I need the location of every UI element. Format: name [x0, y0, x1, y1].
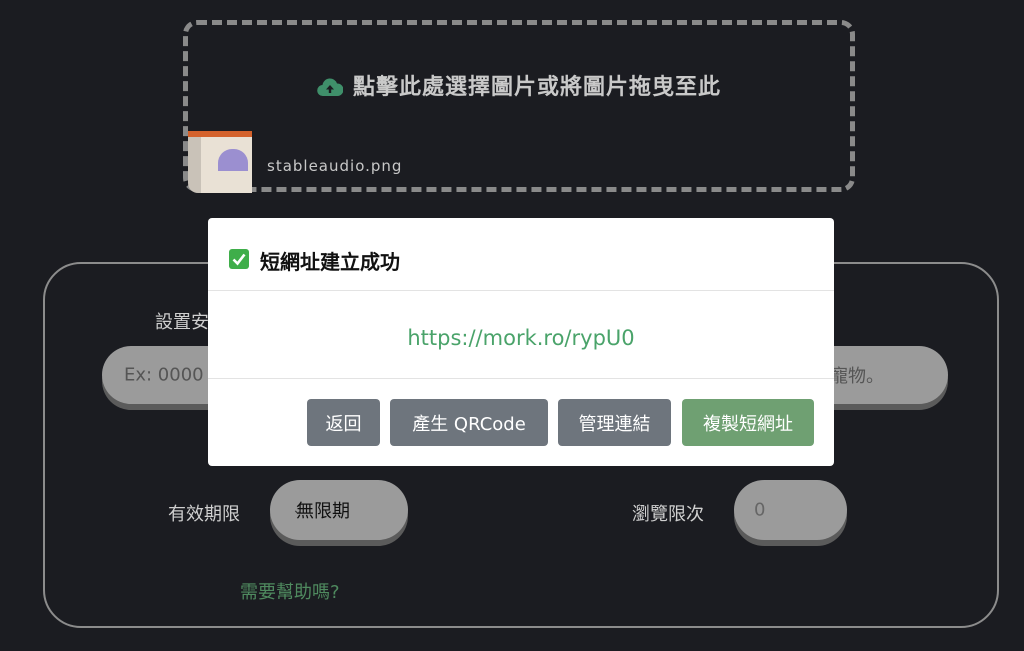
modal-body: https://mork.ro/rypU0	[208, 290, 834, 379]
modal-title: 短網址建立成功	[260, 250, 400, 274]
help-link[interactable]: 需要幫助嗎?	[240, 578, 340, 604]
expiry-select[interactable]: 無限期 ⌄	[270, 480, 408, 540]
password-label: 設置安	[155, 312, 209, 333]
upload-prompt: 點擊此處選擇圖片或將圖片拖曳至此	[188, 69, 850, 103]
back-button[interactable]: 返回	[307, 399, 380, 446]
password-placeholder: Ex: 0000	[124, 364, 204, 386]
success-modal: 短網址建立成功 https://mork.ro/rypU0 返回 產生 QRCo…	[208, 218, 834, 466]
view-limit-value: 0	[754, 499, 766, 521]
description-text: 寵物。	[830, 366, 884, 387]
view-limit-label: 瀏覽限次	[632, 504, 704, 525]
cloud-upload-icon	[317, 77, 344, 103]
upload-prompt-text: 點擊此處選擇圖片或將圖片拖曳至此	[352, 75, 721, 100]
manage-links-button[interactable]: 管理連結	[558, 399, 671, 446]
view-limit-input[interactable]: 0	[734, 480, 847, 540]
uploaded-filename: stableaudio.png	[267, 157, 403, 175]
upload-dropzone[interactable]: 點擊此處選擇圖片或將圖片拖曳至此 stableaudio.png	[183, 20, 855, 193]
chevron-down-icon: ⌄	[292, 502, 304, 518]
generate-qrcode-button[interactable]: 產生 QRCode	[390, 399, 548, 446]
copy-short-url-button[interactable]: 複製短網址	[682, 399, 814, 446]
expiry-label: 有效期限	[168, 504, 240, 525]
check-mark-icon	[229, 249, 249, 269]
modal-header: 短網址建立成功	[208, 218, 834, 291]
short-url-link[interactable]: https://mork.ro/rypU0	[208, 326, 834, 350]
image-thumbnail	[188, 131, 252, 193]
